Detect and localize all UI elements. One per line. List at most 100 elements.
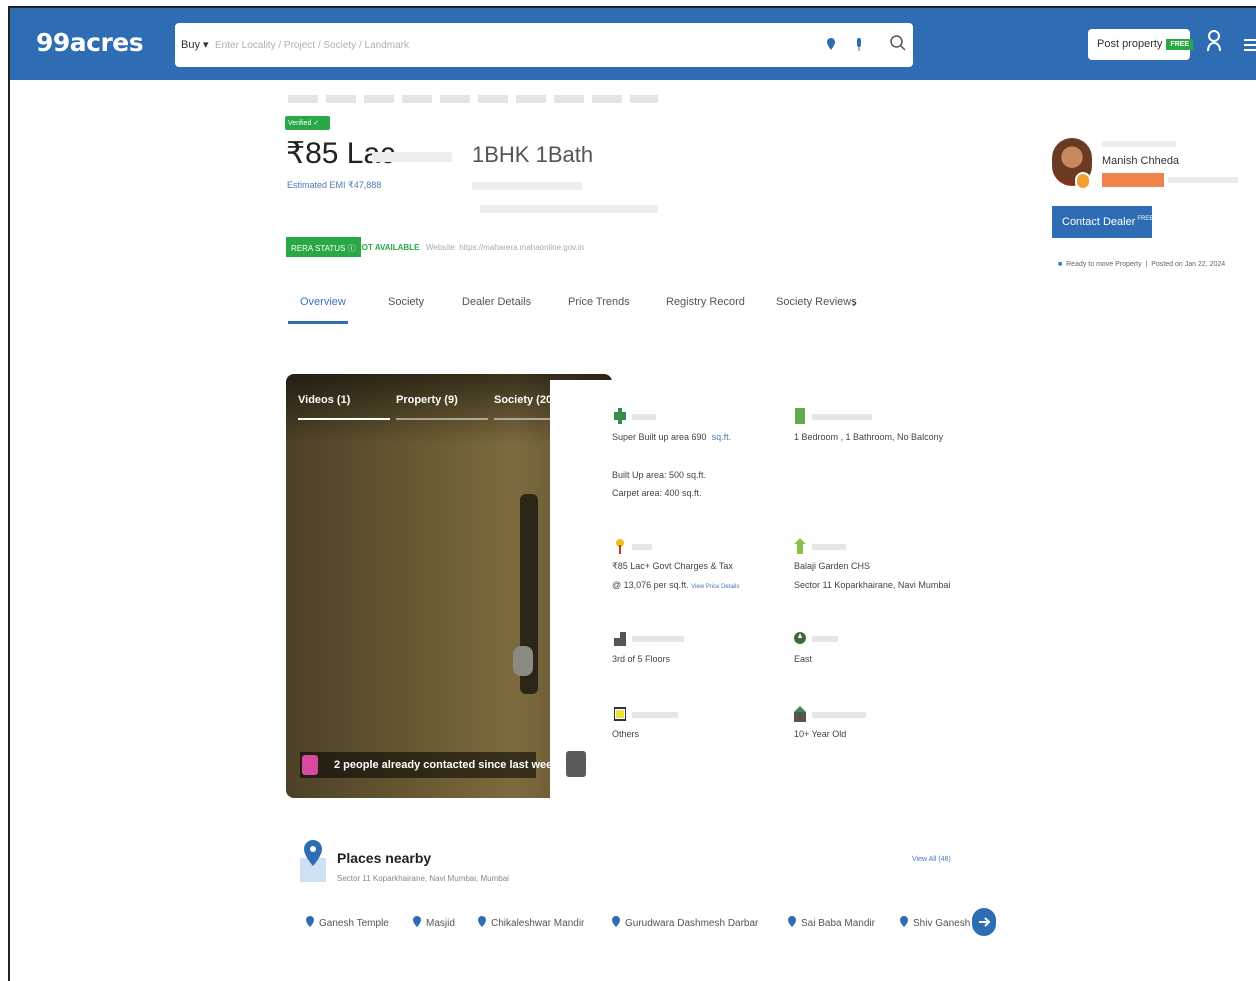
ready-to-move-row: ■ Ready to move Property | Posted on Jan… [1058, 261, 1226, 268]
buy-dropdown[interactable]: Buy ▾ [181, 38, 209, 51]
configuration-label [812, 414, 872, 420]
search-bar[interactable]: Buy ▾ [175, 23, 913, 67]
view-price-details-link[interactable]: View Price Details [691, 584, 739, 590]
place-chip-gurudwara[interactable]: Gurudwara Dashmesh Darbar [612, 916, 758, 929]
configuration-icon [795, 408, 805, 424]
place-chip-masjid[interactable]: Masjid [413, 916, 455, 929]
area-unit-dropdown[interactable]: sq.ft. [712, 432, 732, 442]
posted-on-date: Posted on Jan 22, 2024 [1151, 261, 1226, 268]
place-chip-label: Masjid [426, 918, 455, 929]
place-chip-sai-baba-mandir[interactable]: Sai Baba Mandir [788, 916, 875, 929]
active-tab-indicator [288, 321, 348, 324]
area-label [632, 414, 656, 420]
overlooking-label [632, 712, 678, 718]
contacted-icon [302, 755, 318, 775]
place-chip-label: Ganesh Temple [319, 918, 389, 929]
facing-value: East [794, 654, 813, 664]
overlooking-value: Others [612, 729, 640, 739]
rera-website-link[interactable]: Website: https://maharera.mahaonline.gov… [426, 243, 584, 252]
address-label [812, 544, 846, 550]
floor-icon [614, 632, 626, 646]
address-locality: Sector 11 Koparkhairane, Navi Mumbai [794, 580, 951, 590]
overlooking-icon [614, 707, 626, 721]
pin-icon [900, 916, 908, 927]
price-label [632, 544, 652, 550]
place-chip-label: Sai Baba Mandir [801, 918, 875, 929]
verified-badge: Verified ✓ [285, 116, 330, 130]
top-navigation-bar: 99acres Buy ▾ Post propertyFREE [10, 8, 1256, 80]
place-chip-label: Gurudwara Dashmesh Darbar [625, 918, 759, 929]
dealer-role-line [1102, 141, 1176, 147]
tab-society-reviews[interactable]: Society Reviews [776, 296, 857, 308]
tab-society[interactable]: Society [388, 296, 424, 308]
location-pin-icon [300, 840, 326, 882]
gallery-active-tab-line [298, 418, 390, 420]
buy-label: Buy [181, 39, 200, 51]
arrow-right-icon[interactable] [972, 908, 996, 936]
place-chip-label: Chikaleshwar Mandir [491, 918, 585, 929]
floor-label [632, 636, 684, 642]
contacted-banner: 2 people already contacted since last we… [300, 752, 558, 778]
price-icon [616, 539, 624, 554]
gallery-tab-property[interactable]: Property (9) [396, 394, 458, 406]
location-icon[interactable] [827, 38, 835, 52]
contact-dealer-button[interactable]: Contact Dealer FREE [1052, 206, 1153, 238]
price-suffix-text [372, 152, 452, 162]
built-up-area: Built Up area: 500 sq.ft. [612, 470, 707, 480]
estimated-emi-link[interactable]: Estimated EMI ₹47,888 [287, 180, 381, 191]
breadcrumb[interactable] [288, 95, 658, 103]
tab-registry-record[interactable]: Registry Record [666, 296, 745, 308]
volume-icon[interactable] [566, 751, 586, 777]
facing-label [812, 636, 838, 642]
price-per-sqft-text: @ 13,076 per sq.ft. [612, 580, 689, 590]
gallery-tab-society[interactable]: Society (20) [494, 394, 556, 406]
tab-overview[interactable]: Overview [300, 296, 346, 308]
pin-icon [612, 916, 620, 927]
menu-icon[interactable] [1244, 38, 1256, 52]
brand-logo[interactable]: 99acres [36, 28, 144, 57]
address-icon [794, 538, 806, 554]
tab-dealer-details[interactable]: Dealer Details [462, 296, 531, 308]
dealer-since-line [1168, 177, 1238, 183]
verified-label: Verified [288, 120, 312, 127]
contact-dealer-label: Contact Dealer [1062, 216, 1136, 228]
project-line [480, 205, 658, 213]
search-input[interactable] [215, 31, 795, 59]
address-society: Balaji Garden CHS [794, 561, 871, 571]
post-property-label: Post property [1097, 38, 1163, 50]
place-chip-shiv-ganesh[interactable]: Shiv Ganesh [900, 916, 970, 929]
area-icon [614, 408, 626, 424]
super-built-up-area: Super Built up area 690 sq.ft. [612, 432, 731, 442]
rera-status-label: RERA STATUS [291, 244, 346, 253]
configuration-value: 1 Bedroom , 1 Bathroom, No Balcony [794, 432, 944, 442]
ready-status: Ready to move Property [1066, 261, 1142, 268]
places-nearby-title: Places nearby [337, 850, 432, 866]
dealer-award-icon [1075, 172, 1091, 190]
search-icon[interactable] [889, 34, 907, 52]
carpet-area: Carpet area: 400 sq.ft. [612, 488, 702, 498]
chevron-right-icon[interactable]: › [852, 294, 857, 310]
pin-icon [478, 916, 486, 927]
gallery-cutout [550, 380, 612, 798]
property-age-icon [794, 706, 806, 722]
free-badge: FREE [1166, 39, 1194, 50]
places-nearby-subtitle: Sector 11 Koparkhairane, Navi Mumbai, Mu… [337, 874, 509, 883]
pin-icon [788, 916, 796, 927]
post-property-button[interactable]: Post property FREE [1088, 29, 1194, 60]
floor-value: 3rd of 5 Floors [612, 654, 671, 664]
mic-icon[interactable] [855, 38, 863, 52]
gallery-tab-line [396, 418, 488, 420]
gallery-tab-videos[interactable]: Videos (1) [298, 394, 350, 406]
property-age-value: 10+ Year Old [794, 729, 847, 739]
place-chip-chikaleshwar-mandir[interactable]: Chikaleshwar Mandir [478, 916, 584, 929]
dealer-name[interactable]: Manish Chheda [1102, 155, 1179, 167]
padlock-image [513, 646, 533, 676]
pin-icon [306, 916, 314, 927]
view-all-places-link[interactable]: View All (48) [912, 856, 951, 863]
user-icon[interactable] [1206, 30, 1222, 52]
location-line [472, 182, 582, 190]
tab-price-trends[interactable]: Price Trends [568, 296, 630, 308]
place-chip-ganesh-temple[interactable]: Ganesh Temple [306, 916, 389, 929]
price-value: ₹85 Lac+ Govt Charges & Tax [612, 561, 733, 571]
rera-status-badge: RERA STATUS ⓘ [286, 237, 361, 257]
